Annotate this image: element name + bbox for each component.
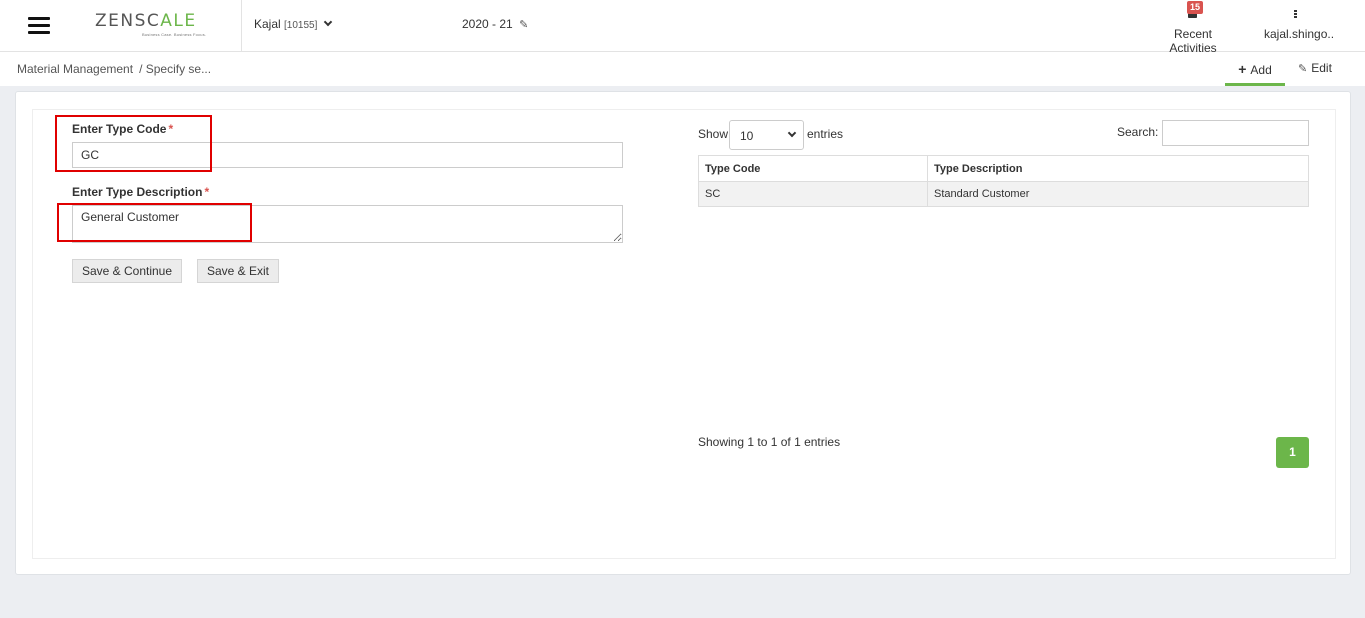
page-button-1[interactable]: 1 xyxy=(1276,437,1309,468)
cell-type-description: Standard Customer xyxy=(927,181,1309,207)
logo-wordmark: ZENSCALE xyxy=(95,11,197,31)
type-code-input[interactable] xyxy=(72,142,623,168)
plus-icon: + xyxy=(1238,61,1247,77)
company-selector[interactable]: Kajal [10155] xyxy=(254,17,332,31)
user-menu[interactable]: kajal.shingo.. xyxy=(1259,0,1334,52)
save-continue-button[interactable]: Save & Continue xyxy=(72,259,182,283)
entries-label: entries xyxy=(807,127,844,141)
company-name: Kajal xyxy=(254,17,281,31)
more-vertical-icon xyxy=(1294,10,1297,19)
company-code: [10155] xyxy=(284,20,318,31)
chevron-down-icon xyxy=(787,128,797,138)
fiscal-year: 2020 - 21 ✎ xyxy=(462,17,528,31)
column-header-type-description[interactable]: Type Description xyxy=(927,155,1309,182)
edit-year-icon[interactable]: ✎ xyxy=(519,19,528,31)
breadcrumb: Material Management / Specify se... xyxy=(17,62,211,76)
page-size-value: 10 xyxy=(740,129,754,143)
search-input[interactable] xyxy=(1162,120,1309,146)
show-label: Show xyxy=(698,127,729,141)
notification-badge: 15 xyxy=(1187,1,1204,14)
zenscale-logo[interactable]: ZENSCALE Business Case. Business Focus. xyxy=(95,11,215,39)
type-description-textarea[interactable]: General Customer xyxy=(72,205,623,243)
recent-activities-label: Recent Activities xyxy=(1169,27,1217,55)
chevron-down-icon xyxy=(323,17,332,27)
table-header-row: Type Code Type Description xyxy=(698,155,1309,182)
save-exit-button[interactable]: Save & Exit xyxy=(197,259,279,283)
search-label: Search: xyxy=(1117,125,1159,139)
breadcrumb-root[interactable]: Material Management xyxy=(17,62,133,76)
user-name: kajal.shingo.. xyxy=(1264,27,1335,41)
sub-header: Material Management / Specify se... + Add … xyxy=(0,52,1365,86)
table-row[interactable]: SC Standard Customer xyxy=(698,181,1309,207)
type-code-label: Enter Type Code * xyxy=(72,122,174,136)
logo-tagline: Business Case. Business Focus. xyxy=(142,32,207,37)
hamburger-menu-icon[interactable] xyxy=(28,17,50,35)
tab-edit[interactable]: ✎ Edit xyxy=(1298,52,1343,86)
page-size-select[interactable]: 10 xyxy=(729,120,804,150)
breadcrumb-current: / Specify se... xyxy=(139,62,212,76)
pagination-info: Showing 1 to 1 of 1 entries xyxy=(698,435,841,449)
header-divider xyxy=(241,0,242,52)
column-header-type-code[interactable]: Type Code xyxy=(698,155,928,182)
type-table: Type Code Type Description SC Standard C… xyxy=(698,155,1309,207)
type-description-label: Enter Type Description * xyxy=(72,185,210,199)
cell-type-code: SC xyxy=(698,181,928,207)
tab-add[interactable]: + Add xyxy=(1225,52,1285,86)
edit-icon: ✎ xyxy=(1298,63,1308,75)
recent-activities-button[interactable]: 15 Recent Activities xyxy=(1150,0,1236,55)
top-navbar: ZENSCALE Business Case. Business Focus. … xyxy=(0,0,1365,55)
fiscal-year-text: 2020 - 21 xyxy=(462,17,513,31)
tab-add-label: Add xyxy=(1250,63,1272,77)
tab-edit-label: Edit xyxy=(1311,61,1332,75)
